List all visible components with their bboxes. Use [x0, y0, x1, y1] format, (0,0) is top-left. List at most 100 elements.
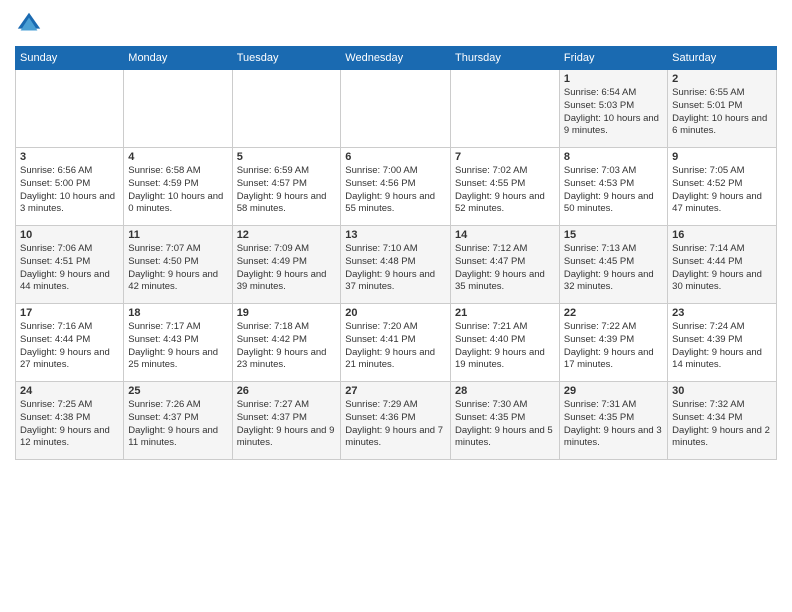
day-number: 3 — [20, 151, 119, 163]
day-number: 17 — [20, 307, 119, 319]
day-number: 26 — [237, 385, 337, 397]
day-number: 12 — [237, 229, 337, 241]
weekday-header-monday: Monday — [124, 47, 232, 70]
calendar-cell — [232, 70, 341, 148]
weekday-header-wednesday: Wednesday — [341, 47, 451, 70]
calendar-cell: 18 Sunrise: 7:17 AM Sunset: 4:43 PM Dayli… — [124, 304, 232, 382]
day-info: Sunrise: 7:32 AM Sunset: 4:34 PM Dayligh… — [672, 399, 772, 450]
day-number: 2 — [672, 73, 772, 85]
day-number: 13 — [345, 229, 446, 241]
day-info: Sunrise: 7:02 AM Sunset: 4:55 PM Dayligh… — [455, 165, 555, 216]
day-number: 15 — [564, 229, 663, 241]
calendar-cell: 13 Sunrise: 7:10 AM Sunset: 4:48 PM Dayli… — [341, 226, 451, 304]
calendar-cell: 9Sunrise: 7:05 AM Sunset: 4:52 PM Daylig… — [668, 148, 777, 226]
day-info: Sunrise: 7:22 AM Sunset: 4:39 PM Dayligh… — [564, 321, 663, 372]
weekday-header-friday: Friday — [559, 47, 667, 70]
day-info: Sunrise: 7:29 AM Sunset: 4:36 PM Dayligh… — [345, 399, 446, 450]
week-row-4: 24 Sunrise: 7:25 AM Sunset: 4:38 PM Dayli… — [16, 382, 777, 460]
calendar-cell: 27 Sunrise: 7:29 AM Sunset: 4:36 PM Dayli… — [341, 382, 451, 460]
calendar-cell: 15 Sunrise: 7:13 AM Sunset: 4:45 PM Dayli… — [559, 226, 667, 304]
week-row-3: 17 Sunrise: 7:16 AM Sunset: 4:44 PM Dayli… — [16, 304, 777, 382]
calendar-cell: 29 Sunrise: 7:31 AM Sunset: 4:35 PM Dayli… — [559, 382, 667, 460]
day-info: Sunrise: 6:55 AM Sunset: 5:01 PM Dayligh… — [672, 87, 772, 138]
weekday-header-sunday: Sunday — [16, 47, 124, 70]
day-number: 29 — [564, 385, 663, 397]
calendar-cell: 12 Sunrise: 7:09 AM Sunset: 4:49 PM Dayli… — [232, 226, 341, 304]
calendar-cell: 1 Sunrise: 6:54 AM Sunset: 5:03 PM Daylig… — [559, 70, 667, 148]
calendar-page: SundayMondayTuesdayWednesdayThursdayFrid… — [0, 0, 792, 612]
day-number: 22 — [564, 307, 663, 319]
day-info: Sunrise: 7:05 AM Sunset: 4:52 PM Dayligh… — [672, 165, 772, 216]
day-number: 6 — [345, 151, 446, 163]
day-number: 1 — [564, 73, 663, 85]
day-info: Sunrise: 6:59 AM Sunset: 4:57 PM Dayligh… — [237, 165, 337, 216]
day-info: Sunrise: 7:16 AM Sunset: 4:44 PM Dayligh… — [20, 321, 119, 372]
week-row-2: 10 Sunrise: 7:06 AM Sunset: 4:51 PM Dayli… — [16, 226, 777, 304]
calendar-cell: 3 Sunrise: 6:56 AM Sunset: 5:00 PM Daylig… — [16, 148, 124, 226]
logo — [15, 10, 47, 38]
day-number: 4 — [128, 151, 227, 163]
weekday-header-thursday: Thursday — [451, 47, 560, 70]
day-number: 14 — [455, 229, 555, 241]
day-info: Sunrise: 7:24 AM Sunset: 4:39 PM Dayligh… — [672, 321, 772, 372]
calendar-cell: 11Sunrise: 7:07 AM Sunset: 4:50 PM Dayli… — [124, 226, 232, 304]
calendar-cell: 10 Sunrise: 7:06 AM Sunset: 4:51 PM Dayli… — [16, 226, 124, 304]
day-info: Sunrise: 7:03 AM Sunset: 4:53 PM Dayligh… — [564, 165, 663, 216]
day-info: Sunrise: 7:17 AM Sunset: 4:43 PM Dayligh… — [128, 321, 227, 372]
page-header — [15, 10, 777, 38]
day-number: 30 — [672, 385, 772, 397]
day-number: 10 — [20, 229, 119, 241]
day-info: Sunrise: 7:00 AM Sunset: 4:56 PM Dayligh… — [345, 165, 446, 216]
day-number: 16 — [672, 229, 772, 241]
calendar-cell — [451, 70, 560, 148]
day-info: Sunrise: 7:26 AM Sunset: 4:37 PM Dayligh… — [128, 399, 227, 450]
calendar-cell: 26 Sunrise: 7:27 AM Sunset: 4:37 PM Dayli… — [232, 382, 341, 460]
day-number: 27 — [345, 385, 446, 397]
calendar-cell: 21Sunrise: 7:21 AM Sunset: 4:40 PM Dayli… — [451, 304, 560, 382]
calendar-table: SundayMondayTuesdayWednesdayThursdayFrid… — [15, 46, 777, 460]
calendar-cell: 6 Sunrise: 7:00 AM Sunset: 4:56 PM Daylig… — [341, 148, 451, 226]
day-info: Sunrise: 6:54 AM Sunset: 5:03 PM Dayligh… — [564, 87, 663, 138]
day-info: Sunrise: 7:20 AM Sunset: 4:41 PM Dayligh… — [345, 321, 446, 372]
day-info: Sunrise: 7:12 AM Sunset: 4:47 PM Dayligh… — [455, 243, 555, 294]
day-info: Sunrise: 7:21 AM Sunset: 4:40 PM Dayligh… — [455, 321, 555, 372]
calendar-cell: 23 Sunrise: 7:24 AM Sunset: 4:39 PM Dayli… — [668, 304, 777, 382]
day-info: Sunrise: 7:25 AM Sunset: 4:38 PM Dayligh… — [20, 399, 119, 450]
weekday-header-tuesday: Tuesday — [232, 47, 341, 70]
day-number: 23 — [672, 307, 772, 319]
day-number: 25 — [128, 385, 227, 397]
day-info: Sunrise: 6:56 AM Sunset: 5:00 PM Dayligh… — [20, 165, 119, 216]
calendar-cell: 22 Sunrise: 7:22 AM Sunset: 4:39 PM Dayli… — [559, 304, 667, 382]
calendar-cell: 30 Sunrise: 7:32 AM Sunset: 4:34 PM Dayli… — [668, 382, 777, 460]
logo-icon — [15, 10, 43, 38]
day-number: 20 — [345, 307, 446, 319]
day-info: Sunrise: 6:58 AM Sunset: 4:59 PM Dayligh… — [128, 165, 227, 216]
day-number: 24 — [20, 385, 119, 397]
day-info: Sunrise: 7:18 AM Sunset: 4:42 PM Dayligh… — [237, 321, 337, 372]
calendar-cell — [16, 70, 124, 148]
calendar-cell: 28Sunrise: 7:30 AM Sunset: 4:35 PM Dayli… — [451, 382, 560, 460]
day-info: Sunrise: 7:13 AM Sunset: 4:45 PM Dayligh… — [564, 243, 663, 294]
day-info: Sunrise: 7:14 AM Sunset: 4:44 PM Dayligh… — [672, 243, 772, 294]
day-number: 18 — [128, 307, 227, 319]
calendar-cell: 8 Sunrise: 7:03 AM Sunset: 4:53 PM Daylig… — [559, 148, 667, 226]
day-number: 28 — [455, 385, 555, 397]
calendar-cell: 14 Sunrise: 7:12 AM Sunset: 4:47 PM Dayli… — [451, 226, 560, 304]
calendar-cell — [124, 70, 232, 148]
calendar-cell: 16 Sunrise: 7:14 AM Sunset: 4:44 PM Dayli… — [668, 226, 777, 304]
day-info: Sunrise: 7:10 AM Sunset: 4:48 PM Dayligh… — [345, 243, 446, 294]
day-info: Sunrise: 7:09 AM Sunset: 4:49 PM Dayligh… — [237, 243, 337, 294]
day-number: 8 — [564, 151, 663, 163]
day-info: Sunrise: 7:31 AM Sunset: 4:35 PM Dayligh… — [564, 399, 663, 450]
calendar-cell: 5Sunrise: 6:59 AM Sunset: 4:57 PM Daylig… — [232, 148, 341, 226]
week-row-0: 1 Sunrise: 6:54 AM Sunset: 5:03 PM Daylig… — [16, 70, 777, 148]
weekday-header-row: SundayMondayTuesdayWednesdayThursdayFrid… — [16, 47, 777, 70]
day-number: 19 — [237, 307, 337, 319]
day-info: Sunrise: 7:27 AM Sunset: 4:37 PM Dayligh… — [237, 399, 337, 450]
calendar-cell — [341, 70, 451, 148]
calendar-cell: 20 Sunrise: 7:20 AM Sunset: 4:41 PM Dayli… — [341, 304, 451, 382]
calendar-cell: 2 Sunrise: 6:55 AM Sunset: 5:01 PM Daylig… — [668, 70, 777, 148]
day-info: Sunrise: 7:06 AM Sunset: 4:51 PM Dayligh… — [20, 243, 119, 294]
calendar-cell: 24 Sunrise: 7:25 AM Sunset: 4:38 PM Dayli… — [16, 382, 124, 460]
day-number: 7 — [455, 151, 555, 163]
